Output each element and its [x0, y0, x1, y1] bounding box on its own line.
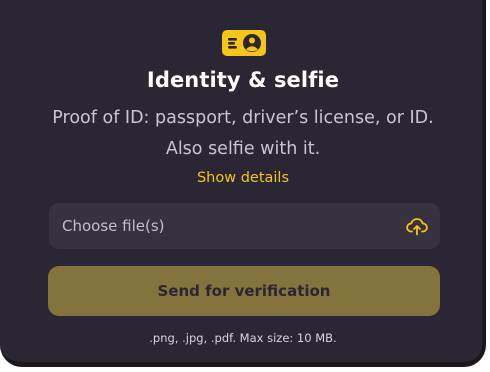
- upload-cloud-icon[interactable]: [406, 216, 428, 236]
- show-details-link[interactable]: Show details: [0, 170, 486, 186]
- verification-panel: Identity & selfie Proof of ID: passport,…: [0, 0, 486, 367]
- file-format-hint: .png, .jpg, .pdf. Max size: 10 MB.: [149, 331, 337, 345]
- id-card-icon: [222, 30, 266, 56]
- send-for-verification-button[interactable]: Send for verification: [48, 266, 440, 316]
- section-description-line-2: Also selfie with it.: [165, 139, 321, 159]
- choose-files-field[interactable]: Choose file(s): [49, 203, 440, 249]
- choose-files-label: Choose file(s): [62, 217, 165, 235]
- section-description-line-1: Proof of ID: passport, driver’s license,…: [52, 108, 434, 128]
- section-title: Identity & selfie: [146, 68, 340, 92]
